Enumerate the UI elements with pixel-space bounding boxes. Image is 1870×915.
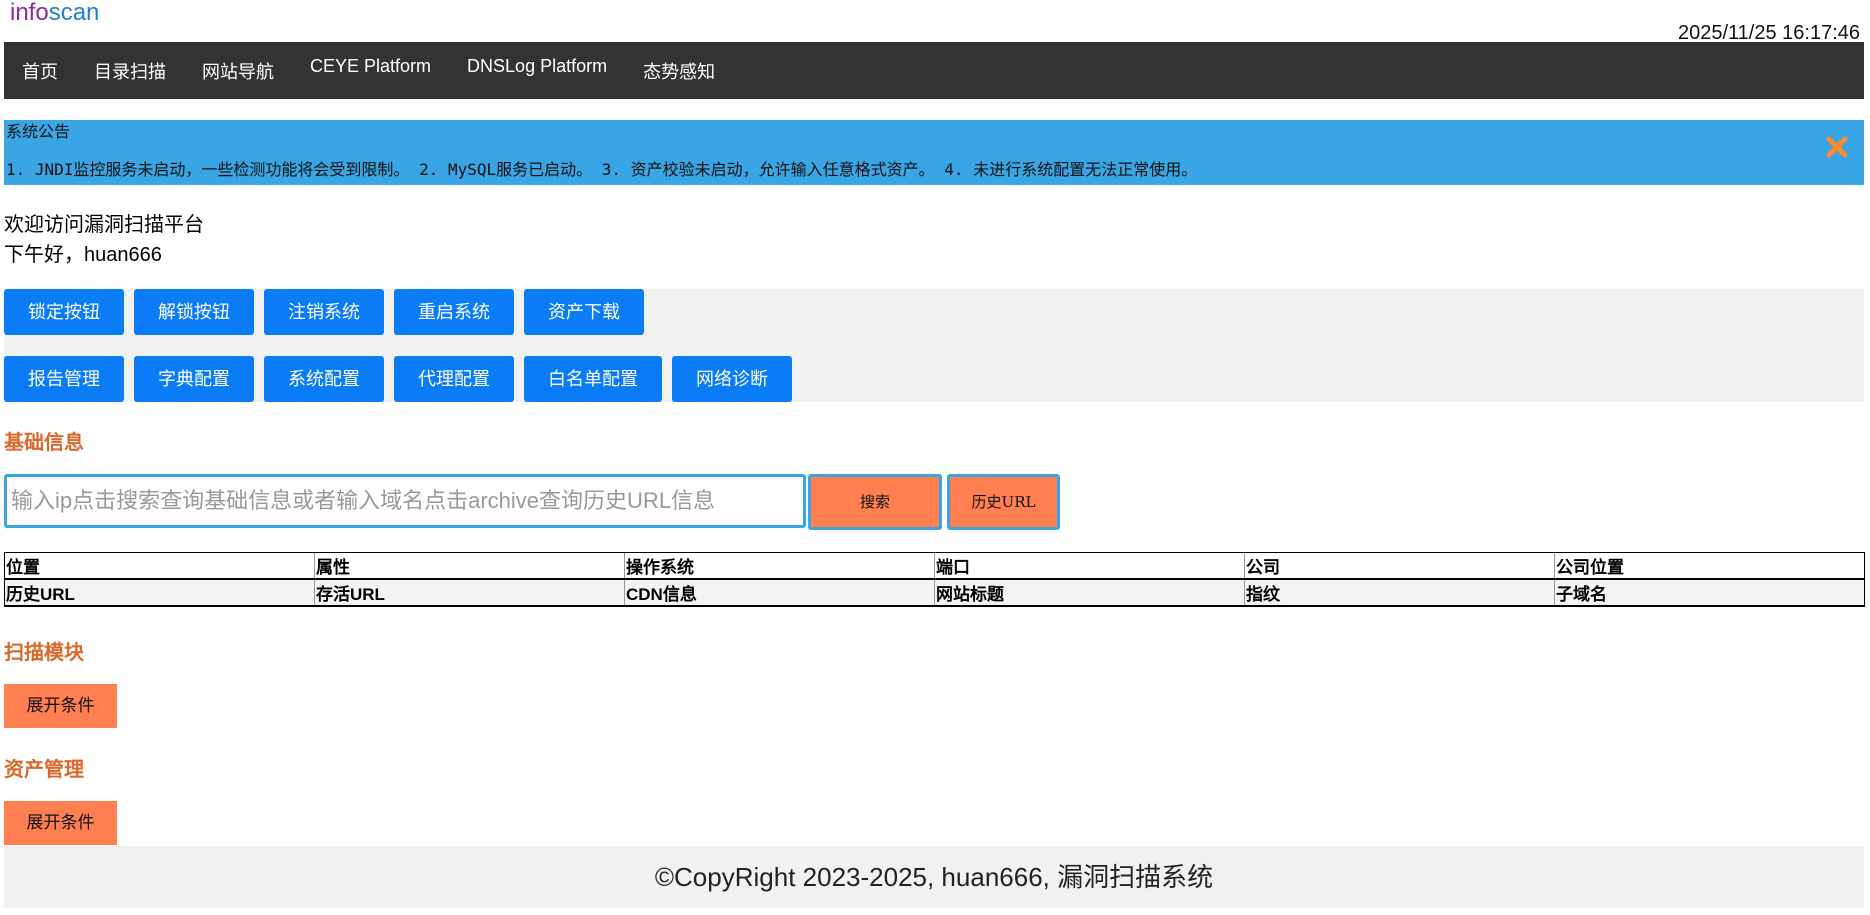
app-logo[interactable]: infoscan — [10, 0, 99, 26]
table-cell-company: 公司 — [1244, 552, 1555, 580]
action-button-panel: 锁定按钮 解锁按钮 注销系统 重启系统 资产下载 报告管理 字典配置 系统配置 … — [4, 289, 1864, 402]
table-cell-subdomain: 子域名 — [1554, 578, 1865, 607]
whitelist-config-button[interactable]: 白名单配置 — [524, 356, 662, 402]
lock-button[interactable]: 锁定按钮 — [4, 289, 124, 335]
copyright-text: ©CopyRight 2023-2025, huan666, 漏洞扫描系统 — [654, 862, 1214, 892]
top-navbar: 首页 目录扫描 网站导航 CEYE Platform DNSLog Platfo… — [4, 42, 1864, 99]
close-icon-glyph — [1826, 136, 1848, 158]
unlock-button[interactable]: 解锁按钮 — [134, 289, 254, 335]
action-button-row-1: 锁定按钮 解锁按钮 注销系统 重启系统 资产下载 — [4, 289, 644, 335]
nav-directory-scan[interactable]: 目录扫描 — [76, 42, 184, 99]
basic-info-title: 基础信息 — [4, 432, 84, 454]
table-cell-alive-url: 存活URL — [314, 578, 625, 607]
asset-download-button[interactable]: 资产下载 — [524, 289, 644, 335]
close-icon[interactable] — [1820, 130, 1854, 164]
asset-expand-conditions-button[interactable]: 展开条件 — [4, 801, 117, 845]
table-cell-cdn-info: CDN信息 — [624, 578, 935, 607]
table-cell-history-url: 历史URL — [4, 578, 315, 607]
nav-dnslog-platform[interactable]: DNSLog Platform — [449, 38, 625, 95]
table-cell-location: 位置 — [4, 552, 315, 580]
nav-site-navigation[interactable]: 网站导航 — [184, 42, 292, 99]
restart-system-button[interactable]: 重启系统 — [394, 289, 514, 335]
table-cell-os: 操作系统 — [624, 552, 935, 580]
basic-info-table: 位置 属性 操作系统 端口 公司 公司位置 历史URL 存活URL CDN信息 … — [4, 552, 1865, 607]
network-diagnosis-button[interactable]: 网络诊断 — [672, 356, 792, 402]
logo-text-info: info — [10, 0, 49, 26]
table-row: 位置 属性 操作系统 端口 公司 公司位置 — [4, 552, 1865, 580]
asset-management-title: 资产管理 — [4, 759, 84, 781]
logo-text-scan: scan — [48, 0, 100, 26]
proxy-config-button[interactable]: 代理配置 — [394, 356, 514, 402]
greeting-message: 下午好，huan666 — [4, 244, 162, 266]
nav-ceye-platform[interactable]: CEYE Platform — [292, 38, 449, 95]
action-button-row-2: 报告管理 字典配置 系统配置 代理配置 白名单配置 网络诊断 — [4, 356, 792, 402]
dictionary-config-button[interactable]: 字典配置 — [134, 356, 254, 402]
scan-expand-conditions-button[interactable]: 展开条件 — [4, 684, 117, 728]
scan-module-title: 扫描模块 — [4, 642, 84, 664]
search-button[interactable]: 搜索 — [808, 474, 942, 530]
current-datetime: 2025/11/25 16:17:46 — [1677, 22, 1860, 44]
search-input[interactable] — [4, 474, 806, 528]
logout-button[interactable]: 注销系统 — [264, 289, 384, 335]
footer: ©CopyRight 2023-2025, huan666, 漏洞扫描系统 — [4, 846, 1864, 908]
table-cell-attribute: 属性 — [314, 552, 625, 580]
report-management-button[interactable]: 报告管理 — [4, 356, 124, 402]
page: infoscan 2025/11/25 16:17:46 首页 目录扫描 网站导… — [0, 0, 1870, 915]
table-cell-site-title: 网站标题 — [934, 578, 1245, 607]
welcome-block: 欢迎访问漏洞扫描平台 下午好，huan666 — [4, 210, 204, 270]
announcement-title: 系统公告 — [6, 122, 71, 141]
nav-home[interactable]: 首页 — [4, 42, 76, 99]
table-row: 历史URL 存活URL CDN信息 网站标题 指纹 子域名 — [4, 578, 1865, 607]
table-cell-fingerprint: 指纹 — [1244, 578, 1555, 607]
system-config-button[interactable]: 系统配置 — [264, 356, 384, 402]
welcome-message: 欢迎访问漏洞扫描平台 — [4, 214, 204, 236]
announcement-body: 1. JNDI监控服务未启动，一些检测功能将会受到限制。 2. MySQL服务已… — [6, 160, 1198, 179]
nav-situational-awareness[interactable]: 态势感知 — [625, 42, 733, 99]
table-cell-company-location: 公司位置 — [1554, 552, 1865, 580]
history-url-button[interactable]: 历史URL — [947, 474, 1060, 530]
system-announcement: 系统公告 1. JNDI监控服务未启动，一些检测功能将会受到限制。 2. MyS… — [4, 120, 1864, 185]
table-cell-port: 端口 — [934, 552, 1245, 580]
